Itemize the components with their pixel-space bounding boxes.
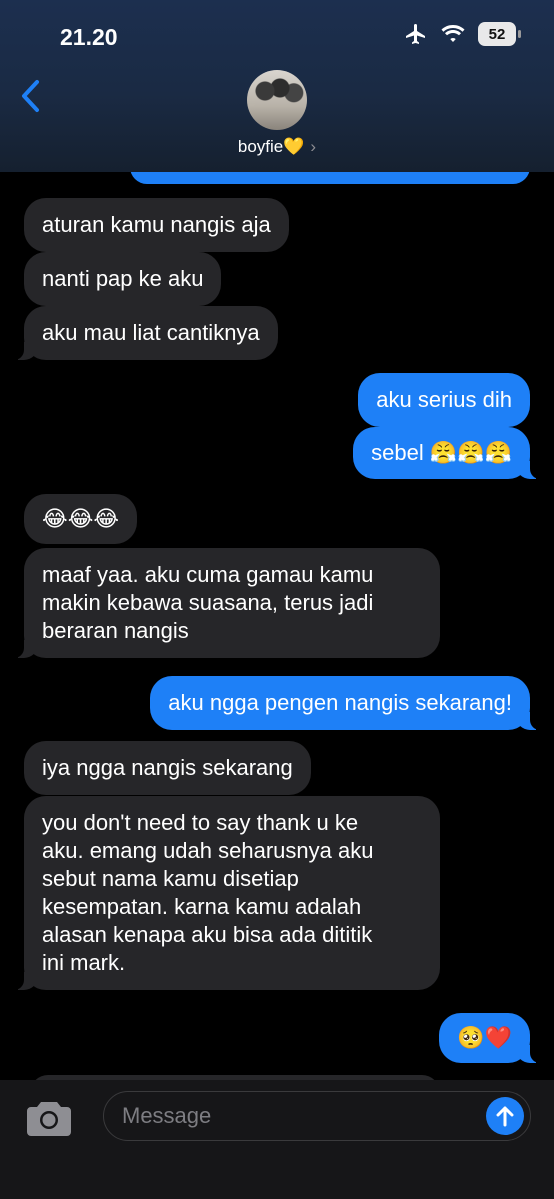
arrow-up-icon bbox=[496, 1106, 514, 1127]
contact-name-label: boyfie💛 bbox=[237, 137, 305, 156]
send-button[interactable] bbox=[486, 1097, 524, 1135]
message-incoming[interactable]: aku mau liat cantiknya bbox=[12, 306, 278, 360]
wifi-icon bbox=[440, 24, 466, 44]
status-time: 21.20 bbox=[60, 24, 118, 50]
camera-button[interactable] bbox=[25, 1098, 73, 1138]
message-input[interactable] bbox=[122, 1092, 462, 1139]
message-field[interactable] bbox=[103, 1091, 531, 1141]
contact-name[interactable]: boyfie💛 › bbox=[0, 137, 554, 157]
message-incoming[interactable]: you don't need to say thank u ke aku. em… bbox=[12, 796, 440, 990]
message-outgoing[interactable]: aku ngga pengen nangis sekarang! bbox=[150, 676, 542, 730]
composer-bar bbox=[0, 1080, 554, 1199]
camera-icon bbox=[27, 1102, 71, 1136]
message-incoming[interactable]: aturan kamu nangis aja bbox=[24, 198, 289, 252]
airplane-icon bbox=[404, 22, 428, 46]
message-outgoing[interactable]: sebel 😤😤😤 bbox=[353, 427, 542, 479]
chevron-right-icon: › bbox=[310, 137, 317, 156]
contact-avatar[interactable] bbox=[247, 70, 307, 130]
message-outgoing[interactable]: 🥺❤️ bbox=[439, 1013, 542, 1063]
message-incoming[interactable]: nanti pap ke aku bbox=[24, 252, 222, 306]
message-thread[interactable]: aturan kamu nangis aja nanti pap ke aku … bbox=[0, 0, 554, 1199]
message-incoming[interactable]: 😂😂😂 bbox=[24, 494, 138, 544]
message-incoming[interactable]: maaf yaa. aku cuma gamau kamu makin keba… bbox=[12, 548, 440, 658]
back-button[interactable] bbox=[14, 74, 48, 118]
message-incoming[interactable]: iya ngga nangis sekarang bbox=[24, 741, 311, 795]
chevron-left-icon bbox=[22, 80, 39, 112]
status-icons: 52 bbox=[404, 22, 521, 46]
message-outgoing[interactable]: aku serius dih bbox=[358, 373, 530, 427]
battery-icon: 52 bbox=[478, 22, 521, 46]
chat-header: 21.20 52 boyfie💛 › bbox=[0, 0, 554, 172]
